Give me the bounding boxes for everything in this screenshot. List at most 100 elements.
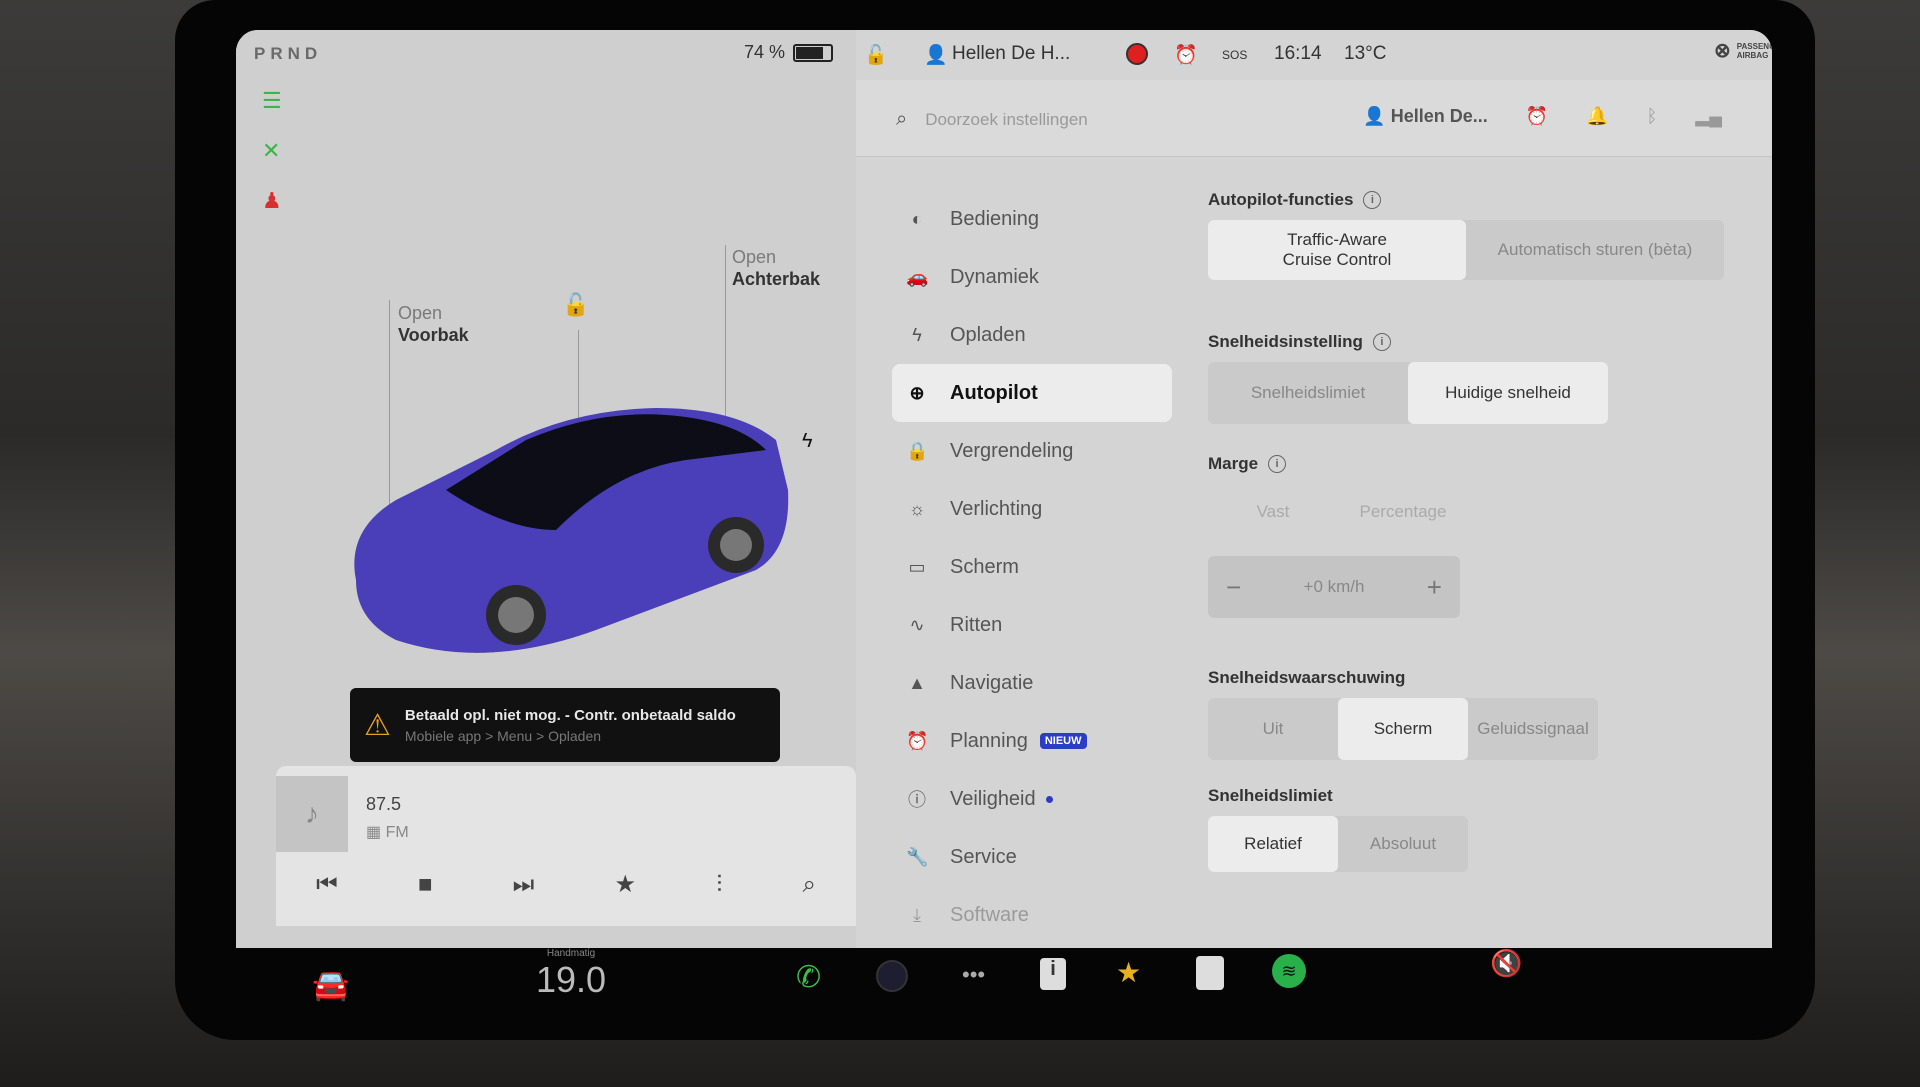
airbag-line1: PASSENGER [1736,41,1772,51]
previous-icon[interactable]: ⏮ [316,871,338,899]
radio-frequency: 87.5 [366,794,402,814]
alert-icon: ⓘ [908,790,926,810]
menu-item-opladen[interactable]: ϟ Opladen [892,306,1172,364]
equalizer-icon[interactable]: ⫶ [716,871,722,899]
speed-limit-option[interactable]: Relatief [1208,816,1338,872]
header-quick-icons: 👤 Hellen De... ⏰ 🔔 ᛒ ▂▄ [1363,106,1722,127]
menu-item-label: Verlichting [950,497,1043,520]
menu-item-dynamiek[interactable]: 🚗 Dynamiek [892,248,1172,306]
climate-control[interactable]: Handmatig 19.0 [536,948,606,1001]
speed-warning-option[interactable]: Geluidssignaal [1468,698,1598,760]
warning-icon: ⚠ [364,708,391,742]
speed-warning-option[interactable]: Uit [1208,698,1338,760]
trips-icon: ∿ [909,614,925,635]
camera-icon[interactable] [876,960,908,992]
info-icon[interactable]: i [1363,191,1382,209]
bottom-dock: 🚘 Handmatig 19.0 ✆ ••• i ★ ≋ 🔇 [236,948,1772,1038]
car-controls-icon[interactable]: 🚘 [312,968,349,1003]
menu-item-verlichting[interactable]: ☼ Verlichting [892,480,1172,538]
climate-temperature: 19.0 [536,959,607,1000]
notification-bell-icon[interactable]: 🔔 [1586,106,1608,127]
car-pane: PRND 74 % ☰ ✕ ♟ Open Voorbak 🔓 Open Acht… [236,30,856,948]
airbag-text: PASSENGERAIRBAG [1737,42,1772,60]
media-search-icon[interactable]: ⌕ [802,871,815,899]
profile-icon[interactable]: 👤 [924,43,948,67]
speed-setting-option[interactable]: Huidige snelheid [1408,362,1608,424]
lock-status-icon[interactable]: 🔓 [864,43,888,67]
airbag-line2: AIRBAG [1736,50,1769,60]
menu-item-label: Opladen [950,323,1026,346]
more-apps-icon[interactable]: ••• [962,962,985,988]
menu-item-autopilot[interactable]: ⊕ Autopilot [892,364,1172,422]
margin-type-option[interactable]: Vast [1208,484,1338,540]
info-icon[interactable]: i [1372,333,1391,351]
toybox-icon[interactable]: ★ [1116,956,1141,989]
menu-item-software[interactable]: ⤓ Software [892,886,1172,944]
media-controls: ⏮ ■ ⏭ ★ ⫶ ⌕ [276,870,856,899]
music-note-icon: ♪ [276,776,348,852]
charge-port-icon[interactable]: ϟ [802,430,813,453]
charging-alert[interactable]: ⚠ Betaald opl. niet mog. - Contr. onbeta… [350,688,780,762]
speed-limit-option[interactable]: Absoluut [1338,816,1468,872]
menu-item-label: Vergrendeling [950,439,1074,462]
autopilot-feature-option[interactable]: Traffic-Aware Cruise Control [1208,220,1466,280]
menu-item-veiligheid[interactable]: ⓘ Veiligheid [892,770,1172,828]
settings-pane: 🔓 👤 Hellen De H... ⏰ SOS 16:14 13°C ⊗ PA… [856,30,1772,948]
increase-button[interactable]: + [1427,572,1442,603]
calendar-icon[interactable] [1196,956,1224,990]
decrease-button[interactable]: − [1226,572,1241,603]
alarm-clock-icon[interactable]: ⏰ [1526,106,1548,127]
open-trunk-button[interactable]: Open Achterbak [732,246,820,290]
passenger-airbag-indicator: ⊗ PASSENGERAIRBAG [1714,38,1772,63]
profile-selector[interactable]: 👤 Hellen De... [1363,106,1487,127]
section-title-features: Autopilot-functies i [1208,190,1748,210]
margin-stepper: − +0 km/h + [1208,556,1460,618]
open-frunk-button[interactable]: Open Voorbak [398,302,469,346]
menu-item-navigatie[interactable]: ▲ Navigatie [892,654,1172,712]
stop-icon[interactable]: ■ [418,871,433,899]
manual-icon[interactable]: i [1040,958,1066,990]
display-icon: ▭ [908,556,926,577]
next-icon[interactable]: ⏭ [513,871,535,899]
menu-item-planning[interactable]: ⏰ Planning NIEUW [892,712,1172,770]
margin-type-option[interactable]: Percentage [1338,484,1468,540]
phone-icon[interactable]: ✆ [796,960,821,995]
menu-item-scherm[interactable]: ▭ Scherm [892,538,1172,596]
info-icon[interactable]: i [1268,455,1287,473]
features-title: Autopilot-functies [1208,190,1354,209]
menu-item-label: Software [950,903,1029,926]
notification-dot [1045,795,1053,803]
volume-muted-icon[interactable]: 🔇 [1490,948,1522,979]
speed-setting-option[interactable]: Snelheidslimiet [1208,362,1408,424]
speed-setting-selector: Snelheidslimiet Huidige snelheid [1208,362,1608,424]
profile-short-name: Hellen De... [1390,106,1488,126]
trunk-action: Open [732,247,777,267]
speed-warning-selector: Uit Scherm Geluidssignaal [1208,698,1598,760]
autopilot-feature-option[interactable]: Automatisch sturen (bèta) [1466,220,1724,280]
spotify-icon[interactable]: ≋ [1272,954,1306,988]
new-badge: NIEUW [1039,733,1087,749]
speed-warning-option[interactable]: Scherm [1338,698,1468,760]
menu-item-bediening[interactable]: ◐ Bediening [892,190,1172,248]
margin-type-selector: Vast Percentage [1208,484,1468,540]
profile-name[interactable]: Hellen De H... [952,43,1070,65]
car-image [354,408,789,653]
menu-item-vergrendeling[interactable]: 🔒 Vergrendeling [892,422,1172,480]
menu-item-ritten[interactable]: ∿ Ritten [892,596,1172,654]
radio-band: ▦ FM [366,824,409,841]
unlock-icon[interactable]: 🔓 [562,292,589,318]
settings-search[interactable]: ⌕ Doorzoek instellingen [896,108,1088,131]
media-player: ♪ 87.5 ▦ FM ⏮ ■ ⏭ ★ ⫶ ⌕ [276,766,856,926]
speed-setting-title: Snelheidsinstelling [1208,332,1363,351]
dashcam-record-icon[interactable] [1126,43,1148,65]
sos-icon[interactable]: SOS [1222,48,1247,62]
front-rim [498,597,534,633]
alarm-icon[interactable]: ⏰ [1174,43,1198,67]
favorite-star-icon[interactable]: ★ [614,870,636,899]
battery-fill [796,46,823,59]
search-input[interactable]: Doorzoek instellingen [925,110,1088,130]
menu-item-label: Veiligheid [950,787,1036,810]
clock: 16:14 [1274,43,1322,64]
menu-item-service[interactable]: 🔧 Service [892,828,1172,886]
bluetooth-icon[interactable]: ᛒ [1647,106,1658,127]
